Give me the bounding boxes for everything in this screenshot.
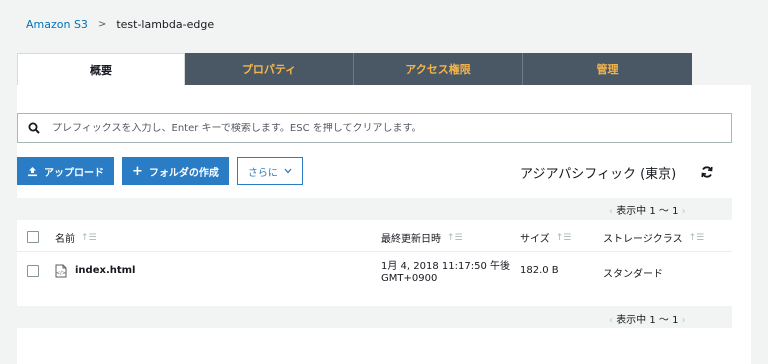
last-modified-date: 1月 4, 2018 11:17:50 午後 bbox=[381, 261, 510, 272]
more-actions-label: さらに bbox=[247, 167, 278, 179]
toolbar: アップロード + フォルダの作成 さらに bbox=[17, 157, 303, 185]
file-size: 182.0 B bbox=[520, 265, 559, 276]
pagination-bottom: ‹ 表示中 1 〜 1 › bbox=[609, 311, 686, 326]
next-page-icon[interactable]: › bbox=[682, 315, 686, 326]
column-header-last-modified[interactable]: 最終更新日時 ↑☰ bbox=[381, 230, 463, 246]
pagination-top: ‹ 表示中 1 〜 1 › bbox=[609, 202, 686, 217]
refresh-icon[interactable] bbox=[700, 165, 714, 179]
tab-management[interactable]: 管理 bbox=[523, 53, 692, 85]
next-page-icon[interactable]: › bbox=[682, 206, 686, 217]
create-folder-button[interactable]: + フォルダの作成 bbox=[122, 157, 229, 185]
last-modified-timezone: GMT+0900 bbox=[381, 273, 438, 284]
tab-permissions[interactable]: アクセス権限 bbox=[354, 53, 523, 85]
tab-properties[interactable]: プロパティ bbox=[185, 53, 354, 85]
column-header-last-modified-label: 最終更新日時 bbox=[381, 234, 441, 245]
upload-button-label: アップロード bbox=[44, 167, 104, 179]
prev-page-icon[interactable]: ‹ bbox=[609, 206, 613, 217]
breadcrumb: Amazon S3 > test-lambda-edge bbox=[26, 18, 214, 31]
sort-icon: ↑☰ bbox=[555, 232, 572, 243]
tab-bar: 概要 プロパティ アクセス権限 管理 bbox=[17, 53, 692, 85]
search-icon bbox=[28, 122, 40, 134]
column-header-storage-class-label: ストレージクラス bbox=[603, 234, 683, 245]
column-header-size[interactable]: サイズ ↑☰ bbox=[520, 230, 572, 246]
column-header-name-label: 名前 bbox=[55, 234, 75, 245]
select-all-checkbox[interactable] bbox=[27, 231, 39, 243]
file-name-link[interactable]: index.html bbox=[75, 265, 135, 276]
sort-icon: ↑☰ bbox=[81, 232, 97, 243]
storage-class: スタンダード bbox=[603, 269, 663, 280]
column-header-name[interactable]: 名前 ↑☰ bbox=[55, 230, 97, 246]
table-header: 名前 ↑☰ 最終更新日時 ↑☰ サイズ ↑☰ ストレージクラス ↑☰ bbox=[17, 222, 732, 252]
svg-text:</>: </> bbox=[56, 271, 66, 277]
prev-page-icon[interactable]: ‹ bbox=[609, 315, 613, 326]
row-checkbox[interactable] bbox=[27, 265, 39, 277]
search-box bbox=[17, 113, 732, 143]
html-file-icon: </> bbox=[55, 264, 67, 278]
create-folder-button-label: フォルダの作成 bbox=[148, 167, 219, 179]
plus-icon: + bbox=[132, 163, 143, 179]
upload-icon bbox=[28, 166, 37, 176]
tab-overview[interactable]: 概要 bbox=[17, 53, 185, 85]
region-label: アジアパシフィック (東京) bbox=[520, 167, 677, 182]
chevron-down-icon bbox=[284, 168, 292, 174]
upload-button[interactable]: アップロード bbox=[17, 157, 114, 185]
pagination-label: 表示中 1 〜 1 bbox=[616, 315, 679, 326]
breadcrumb-amazon-s3-link[interactable]: Amazon S3 bbox=[26, 18, 88, 31]
sort-icon: ↑☰ bbox=[447, 232, 463, 243]
sort-icon: ↑☰ bbox=[688, 232, 705, 243]
breadcrumb-bucket-name: test-lambda-edge bbox=[116, 18, 215, 31]
search-input[interactable] bbox=[52, 122, 731, 134]
pagination-label: 表示中 1 〜 1 bbox=[616, 206, 679, 217]
column-header-storage-class[interactable]: ストレージクラス ↑☰ bbox=[603, 230, 705, 246]
more-actions-dropdown[interactable]: さらに bbox=[236, 157, 303, 185]
breadcrumb-separator: > bbox=[97, 19, 107, 30]
column-header-size-label: サイズ bbox=[520, 234, 550, 245]
table-row[interactable]: </> index.html 1月 4, 2018 11:17:50 午後 GM… bbox=[17, 252, 732, 292]
